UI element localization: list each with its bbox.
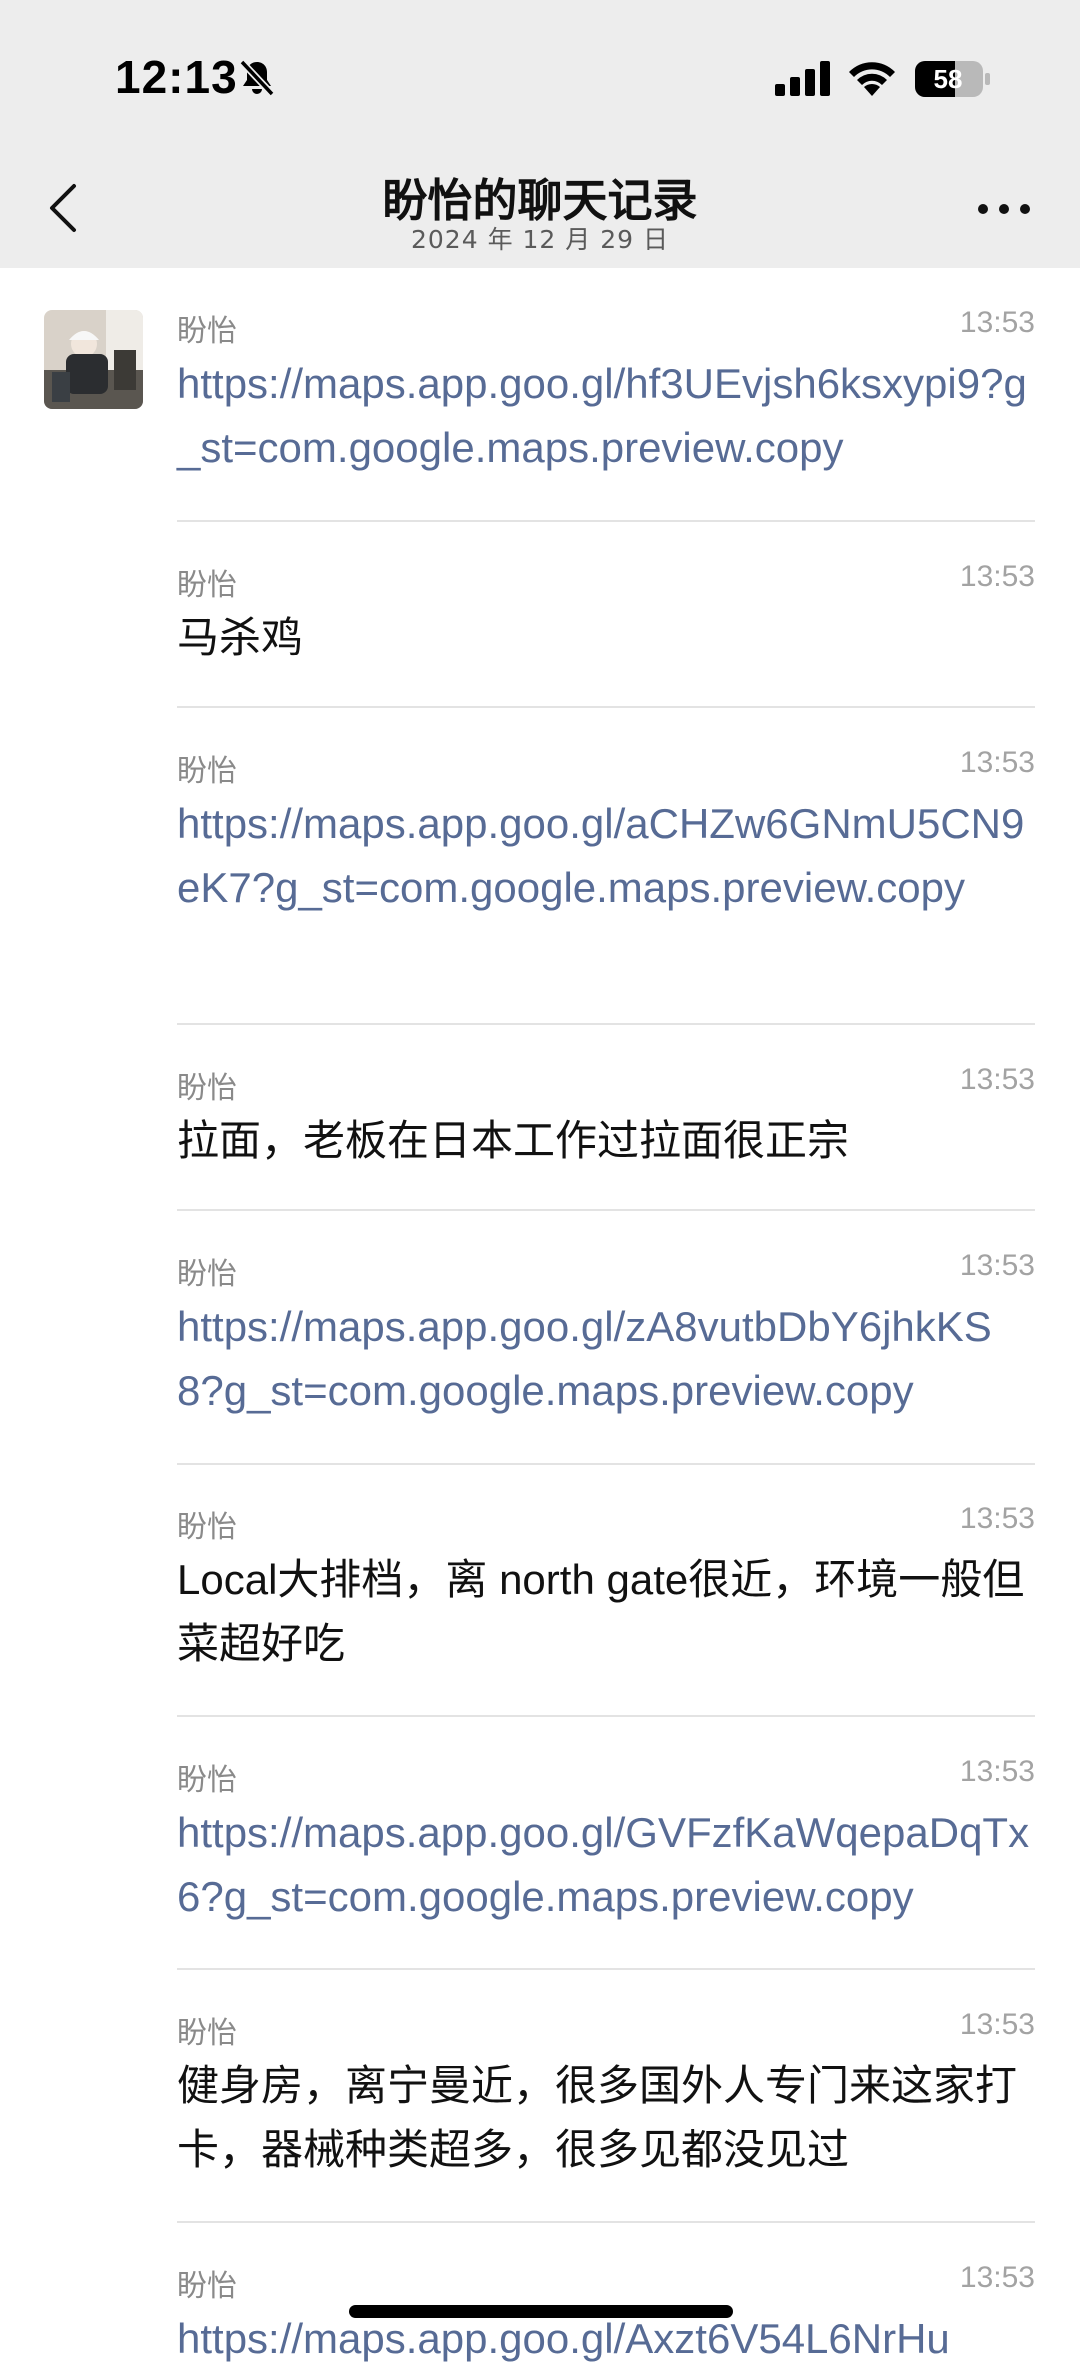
message-time: 13:53 — [959, 560, 1035, 593]
divider — [177, 1023, 1035, 1025]
more-dots-icon[interactable] — [976, 202, 1032, 216]
sender-name: 盼怡 — [177, 1510, 237, 1545]
sender-name: 盼怡 — [177, 1071, 237, 1106]
message-time: 13:53 — [959, 306, 1035, 339]
message-text: Local大排档，离 north gate很近，环境一般但菜超好吃 — [177, 1556, 1025, 1667]
signal-icon — [775, 61, 830, 96]
divider — [177, 1968, 1035, 1970]
message-link[interactable]: https://maps.app.goo.gl/aCHZw6GNmU5CN9eK… — [177, 792, 1035, 920]
sender-name: 盼怡 — [177, 2269, 237, 2304]
nav-bar: 盼怡的聊天记录 2024 年 12 月 29 日 — [0, 150, 1080, 268]
message-time: 13:53 — [959, 1249, 1035, 1282]
message-time: 13:53 — [959, 1502, 1035, 1535]
message-time: 13:53 — [959, 746, 1035, 779]
message-time: 13:53 — [959, 1063, 1035, 1096]
message-link[interactable]: https://maps.app.goo.gl/hf3UEvjsh6ksxypi… — [177, 352, 1035, 480]
status-bar: 12:13 58 — [0, 0, 1080, 150]
sender-name: 盼怡 — [177, 1763, 237, 1798]
message-text: 健身房，离宁曼近，很多国外人专门来这家打卡，器械种类超多，很多见都没见过 — [177, 2062, 1018, 2173]
header: 12:13 58 盼怡的聊天记录 2024 年 12 月 29 日 — [0, 0, 1080, 268]
home-indicator[interactable] — [349, 2305, 733, 2318]
battery-level: 58 — [933, 64, 963, 94]
divider — [177, 2221, 1035, 2223]
message-link[interactable]: https://maps.app.goo.gl/zA8vutbDbY6jhkKS… — [177, 1295, 1035, 1423]
sender-name: 盼怡 — [177, 2016, 237, 2051]
wifi-icon — [849, 62, 895, 96]
divider — [177, 520, 1035, 522]
divider — [177, 706, 1035, 708]
sender-name: 盼怡 — [177, 568, 237, 603]
message-time: 13:53 — [959, 2261, 1035, 2294]
sender-name: 盼怡 — [177, 1257, 237, 1292]
message-text: 拉面，老板在日本工作过拉面很正宗 — [177, 1117, 850, 1164]
message-link[interactable]: https://maps.app.goo.gl/GVFzfKaWqepaDqTx… — [177, 1801, 1035, 1929]
status-time: 12:13 — [115, 51, 238, 103]
avatar[interactable] — [44, 310, 143, 409]
page-subtitle: 2024 年 12 月 29 日 — [411, 225, 669, 254]
message-text: 马杀鸡 — [177, 614, 304, 661]
message-time: 13:53 — [959, 2008, 1035, 2041]
sender-name: 盼怡 — [177, 314, 237, 349]
divider — [177, 1463, 1035, 1465]
divider — [177, 1209, 1035, 1211]
message-time: 13:53 — [959, 1755, 1035, 1788]
bell-off-icon — [239, 59, 275, 97]
sender-name: 盼怡 — [177, 754, 237, 789]
divider — [177, 1715, 1035, 1717]
